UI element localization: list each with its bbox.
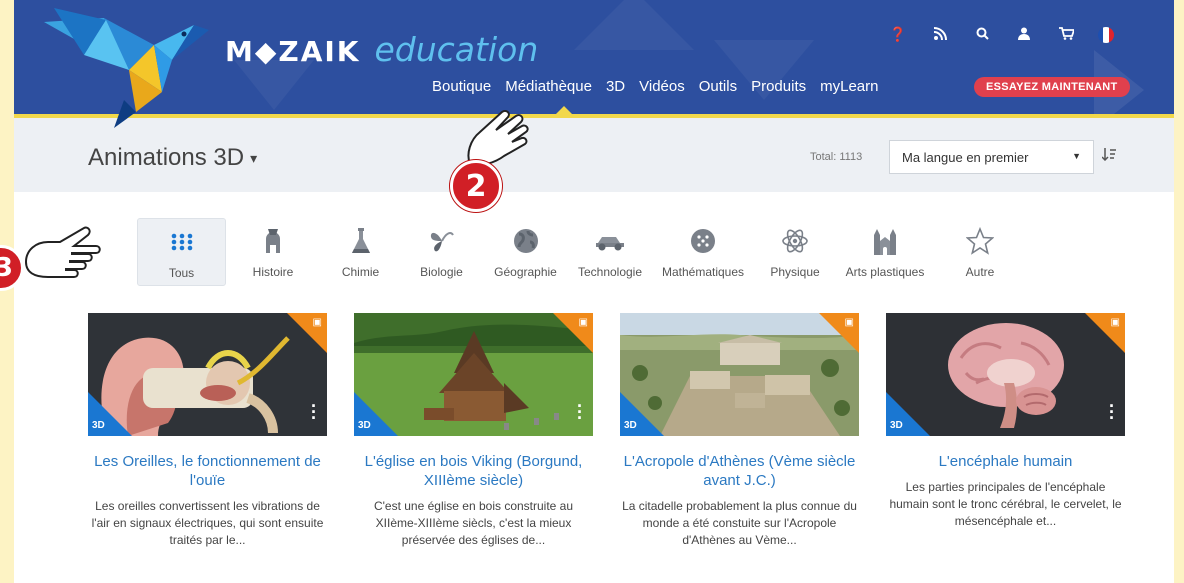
more-options-icon[interactable]: · · · xyxy=(311,397,317,427)
active-nav-indicator xyxy=(556,106,572,114)
category-physique[interactable]: Physique xyxy=(755,218,835,286)
chevron-down-icon: ▾ xyxy=(250,150,258,167)
card-description: Les oreilles convertissent les vibration… xyxy=(91,499,324,547)
card-description: Les parties principales de l'encéphale h… xyxy=(889,480,1122,528)
category-chimie[interactable]: Chimie xyxy=(320,218,401,286)
category-label: Physique xyxy=(770,265,820,279)
card-thumbnail[interactable]: ▣ 3D xyxy=(620,313,859,436)
animation-card[interactable]: ▣ 3D L'Acropole d'Athènes (Vème siècle a… xyxy=(620,313,859,549)
card-thumbnail[interactable]: ▣ 3D · · · xyxy=(354,313,593,436)
brand-sub: education xyxy=(374,30,539,69)
category-geographie[interactable]: Géographie xyxy=(482,218,569,286)
category-mathematiques[interactable]: Mathématiques xyxy=(651,218,755,286)
category-label: Biologie xyxy=(420,265,463,279)
hummingbird-logo[interactable] xyxy=(44,0,209,128)
nav-outils[interactable]: Outils xyxy=(699,78,737,95)
category-label: Arts plastiques xyxy=(845,265,925,279)
user-icon[interactable] xyxy=(1014,27,1034,43)
sort-language-select[interactable]: Ma langue en premier ▼ xyxy=(889,140,1094,174)
gift-icon: ▣ xyxy=(844,317,854,328)
badge-3d-label: 3D xyxy=(890,420,903,431)
try-now-button[interactable]: ESSAYEZ MAINTENANT xyxy=(974,77,1130,97)
animation-card[interactable]: ▣ 3D · · · L'encéphale humain Les parties … xyxy=(886,313,1125,549)
cart-icon[interactable] xyxy=(1056,26,1076,43)
car-icon xyxy=(594,226,626,256)
nav-videos[interactable]: Vidéos xyxy=(639,78,685,95)
more-options-icon[interactable]: · · · xyxy=(1109,397,1115,427)
sort-select-value: Ma langue en premier xyxy=(902,150,1029,165)
category-tous[interactable]: Tous xyxy=(137,218,226,286)
card-title[interactable]: L'encéphale humain xyxy=(886,452,1125,471)
page-title: Animations 3D xyxy=(88,144,245,171)
category-label: Tous xyxy=(168,266,195,280)
nav-mylearn[interactable]: myLearn xyxy=(820,78,878,95)
page-title-dropdown[interactable]: Animations 3D ▾ xyxy=(88,144,257,172)
category-label: Autre xyxy=(965,265,995,279)
card-title[interactable]: L'Acropole d'Athènes (Vème siècle avant … xyxy=(620,452,859,490)
search-icon[interactable] xyxy=(972,27,992,43)
gift-icon: ▣ xyxy=(312,317,322,328)
cathedral-icon xyxy=(872,226,898,256)
atom-icon xyxy=(781,226,809,256)
animation-card[interactable]: ▣ 3D · · · L'église en bois Viking (Borgun… xyxy=(354,313,593,549)
total-count: Total: 1113 xyxy=(810,151,863,163)
category-label: Histoire xyxy=(252,265,294,279)
brand-name: M◆ZAIK xyxy=(225,35,361,68)
card-description: C'est une église en bois construite au X… xyxy=(373,499,574,547)
category-label: Mathématiques xyxy=(661,265,745,279)
help-icon[interactable]: ❓ xyxy=(888,26,908,43)
badge-3d-label: 3D xyxy=(624,420,637,431)
top-icons: ❓ xyxy=(888,26,1114,43)
category-arts-plastiques[interactable]: Arts plastiques xyxy=(835,218,935,286)
helmet-icon xyxy=(262,226,284,256)
category-autre[interactable]: Autre xyxy=(935,218,1025,286)
nav-mediatheque[interactable]: Médiathèque xyxy=(505,78,592,95)
step-2-marker: 2 xyxy=(450,160,502,212)
rss-icon[interactable] xyxy=(930,26,950,43)
pointing-hand-icon xyxy=(24,226,101,278)
category-label: Technologie xyxy=(577,265,643,279)
badge-3d-label: 3D xyxy=(358,420,371,431)
category-filter: Tous Histoire Chimie Biologie Géographie xyxy=(137,218,1025,286)
nav-3d[interactable]: 3D xyxy=(606,78,625,95)
badge-3d-label: 3D xyxy=(92,420,105,431)
card-thumbnail[interactable]: ▣ 3D · · · xyxy=(886,313,1125,436)
category-label: Chimie xyxy=(341,265,380,279)
animation-card[interactable]: ▣ 3D · · · Les Oreilles, le fonctionnement… xyxy=(88,313,327,549)
category-technologie[interactable]: Technologie xyxy=(569,218,651,286)
listing-toolbar: Animations 3D ▾ Total: 1113 Ma langue en … xyxy=(14,118,1174,192)
flask-icon xyxy=(351,226,371,256)
dice-icon xyxy=(690,226,716,256)
sort-order-icon[interactable] xyxy=(1101,147,1116,165)
card-description: La citadelle probablement la plus connue… xyxy=(622,499,857,547)
chevron-down-icon: ▼ xyxy=(1072,151,1081,161)
card-title[interactable]: Les Oreilles, le fonctionnement de l'ouï… xyxy=(88,452,327,490)
category-histoire[interactable]: Histoire xyxy=(226,218,320,286)
more-options-icon[interactable]: · · · xyxy=(577,397,583,427)
page: M◆ZAIK education ❓ Boutique Médiathèque xyxy=(14,0,1174,583)
nav-produits[interactable]: Produits xyxy=(751,78,806,95)
category-biologie[interactable]: Biologie xyxy=(401,218,482,286)
gift-icon: ▣ xyxy=(578,317,588,328)
card-title[interactable]: L'église en bois Viking (Borgund, XIIIèm… xyxy=(354,452,593,490)
star-icon xyxy=(966,226,994,256)
language-flag-icon[interactable] xyxy=(1098,26,1114,43)
card-thumbnail[interactable]: ▣ 3D · · · xyxy=(88,313,327,436)
animation-grid: ▣ 3D · · · Les Oreilles, le fonctionnement… xyxy=(88,313,1125,549)
category-label: Géographie xyxy=(494,265,557,279)
gift-icon: ▣ xyxy=(1110,317,1120,328)
main-nav: Boutique Médiathèque 3D Vidéos Outils Pr… xyxy=(432,78,878,95)
butterfly-icon xyxy=(429,226,455,256)
nav-boutique[interactable]: Boutique xyxy=(432,78,491,95)
globe-icon xyxy=(513,226,539,256)
grid-icon xyxy=(171,227,193,257)
brand-logo[interactable]: M◆ZAIK education xyxy=(225,30,538,69)
